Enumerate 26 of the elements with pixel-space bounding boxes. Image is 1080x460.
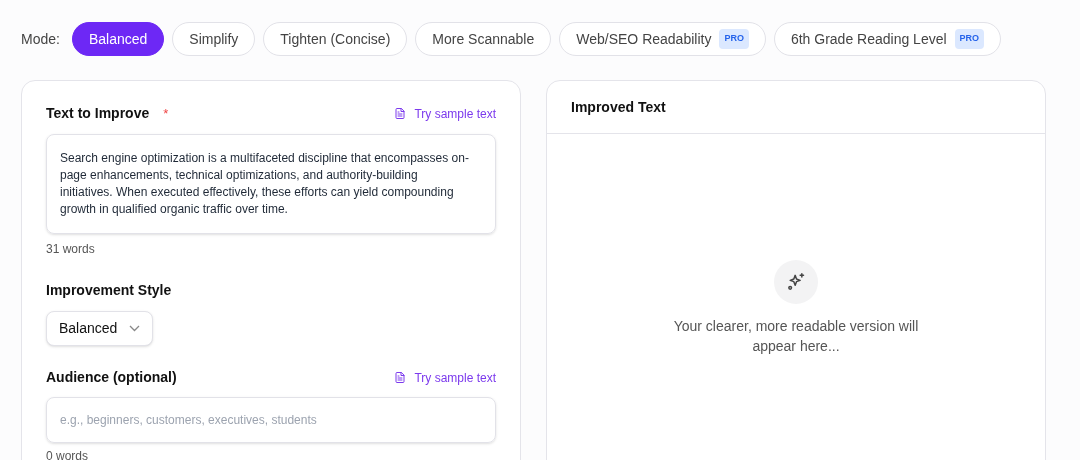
chevron-down-icon <box>129 325 141 332</box>
field-label: Improvement Style <box>46 281 173 300</box>
field-label: Text to Improve <box>46 104 150 123</box>
panel-title: Improved Text <box>571 97 666 117</box>
text-area[interactable]: Search engine optimization is a multifaceted discipline that encompasses on-page enhancements, technical optimizations, and authority-building initiatives. When executed effectively, these efforts can yield compounding growth in qualified organic traffic over time. <box>46 134 496 234</box>
mode-label: Mode: <box>21 29 60 49</box>
try-sample-link[interactable]: Try sample text <box>394 104 496 123</box>
mode-tab[interactable]: Balanced <box>71 22 165 56</box>
mode-tab[interactable]: 6th Grade Reading Level PRO <box>773 22 1002 56</box>
word-count: 0 words <box>46 448 90 460</box>
sparkle-icon <box>774 260 818 304</box>
document-icon <box>394 107 407 120</box>
mode-tab[interactable]: Tighten (Concise) <box>263 22 408 56</box>
required-mark: * <box>163 104 169 123</box>
audience-field[interactable]: e.g., beginners, customers, executives, students <box>46 397 496 443</box>
pro-badge: PRO <box>954 29 985 49</box>
mode-tab[interactable]: More Scannable <box>415 22 552 56</box>
field-label: Audience (optional) <box>46 368 177 387</box>
pro-badge: PRO <box>719 29 749 49</box>
style-dropdown[interactable]: Balanced <box>46 311 154 346</box>
empty-message: Your clearer, more readable version will appear here... <box>672 317 920 356</box>
word-count: 31 words <box>46 241 96 258</box>
mode-tab[interactable]: Simplify <box>172 22 256 56</box>
document-icon <box>394 371 407 384</box>
mode-tab[interactable]: Web/SEO Readability PRO <box>559 22 766 56</box>
try-sample-link[interactable]: Try sample text <box>394 368 496 387</box>
